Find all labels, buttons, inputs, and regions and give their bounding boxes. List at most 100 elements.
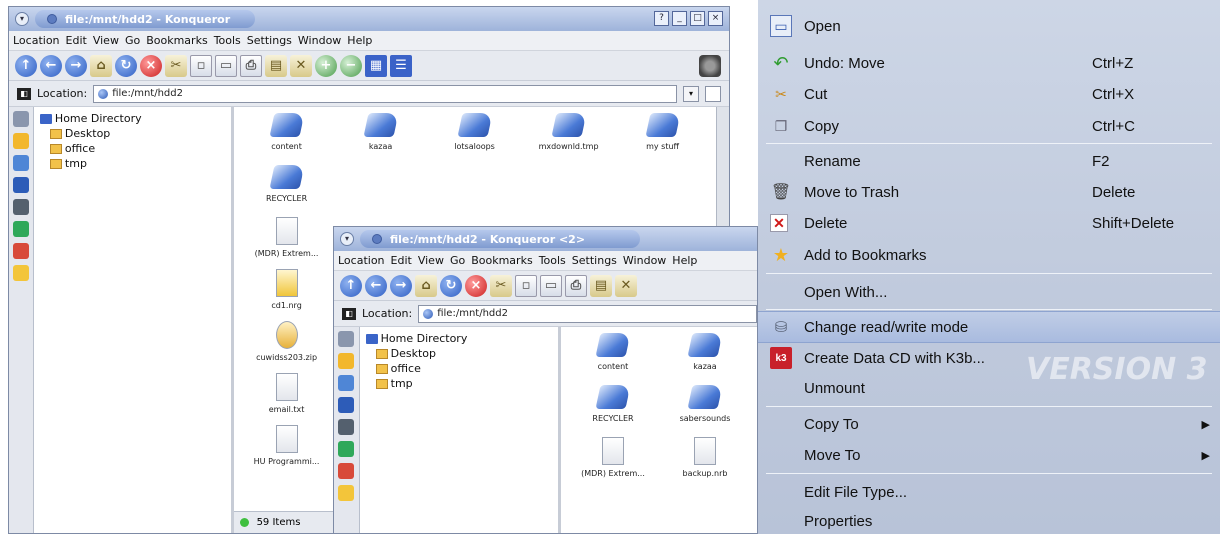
maximize-button[interactable]: □ <box>690 11 705 26</box>
menu-go[interactable]: Go <box>125 34 140 47</box>
menu-location[interactable]: Location <box>338 254 385 267</box>
home-tab-icon[interactable] <box>12 177 29 193</box>
menu-item-unmount[interactable]: Unmount <box>758 372 1220 404</box>
menu-item-add-to-bookmarks[interactable]: ★ Add to Bookmarks <box>758 239 1220 271</box>
bookmarks-tab-icon[interactable] <box>12 133 29 149</box>
help-button[interactable]: ? <box>654 11 669 26</box>
location-input[interactable]: file:/mnt/hdd2 <box>418 304 757 323</box>
reload-icon[interactable]: ↻ <box>440 274 462 297</box>
menu-bookmarks[interactable]: Bookmarks <box>471 254 532 267</box>
menu-item-copy-to[interactable]: Copy To ▶ <box>758 408 1220 440</box>
zoom-out-icon[interactable]: − <box>340 54 362 77</box>
location-input[interactable]: file:/mnt/hdd2 <box>93 84 677 103</box>
file-item[interactable]: (MDR) Extrem... <box>242 217 332 269</box>
file-item[interactable]: (MDR) Extrem... <box>569 437 657 489</box>
title-bar[interactable]: ▾ file:/mnt/hdd2 - Konqueror <2> <box>334 227 757 251</box>
copy-icon[interactable]: ▫ <box>515 274 537 297</box>
go-button[interactable] <box>705 85 721 102</box>
search-tab-icon[interactable] <box>338 331 355 347</box>
window-menu-button[interactable]: ▾ <box>340 232 354 246</box>
copy-icon[interactable]: ▫ <box>190 54 212 77</box>
menu-item-move-to-trash[interactable]: 🗑 Move to Trash Delete <box>758 176 1220 208</box>
file-item[interactable]: cd1.nrg <box>242 269 332 321</box>
home-icon[interactable]: ⌂ <box>415 274 437 297</box>
tree-item-office[interactable]: office <box>40 141 225 156</box>
media-tab-icon[interactable] <box>12 243 29 259</box>
home-tab-icon[interactable] <box>338 397 355 413</box>
icon-view-icon[interactable]: ▦ <box>365 54 387 77</box>
menu-tools[interactable]: Tools <box>214 34 241 47</box>
minimize-button[interactable]: _ <box>672 11 687 26</box>
history-tab-icon[interactable] <box>338 375 355 391</box>
print-icon[interactable]: ⎙ <box>240 54 262 77</box>
tree-item-tmp[interactable]: tmp <box>366 376 552 391</box>
file-item[interactable]: cuwidss203.zip <box>242 321 332 373</box>
new-folder-icon[interactable]: ▤ <box>590 274 612 297</box>
file-item[interactable]: kazaa <box>661 333 749 385</box>
file-item[interactable]: RECYCLER <box>569 385 657 437</box>
tree-item-office[interactable]: office <box>366 361 552 376</box>
window-menu-button[interactable]: ▾ <box>15 12 29 26</box>
menu-item-cut[interactable]: ✂ Cut Ctrl+X <box>758 78 1220 110</box>
detail-view-icon[interactable]: ☰ <box>390 54 412 77</box>
menu-view[interactable]: View <box>93 34 119 47</box>
favorites-tab-icon[interactable] <box>338 485 355 501</box>
history-tab-icon[interactable] <box>12 155 29 171</box>
file-item[interactable]: content <box>242 113 332 165</box>
tree-item-desktop[interactable]: Desktop <box>40 126 225 141</box>
paste-icon[interactable]: ▭ <box>215 54 237 77</box>
menu-item-move-to[interactable]: Move To ▶ <box>758 439 1220 471</box>
back-icon[interactable]: ← <box>365 274 387 297</box>
home-icon[interactable]: ⌂ <box>90 54 112 77</box>
menu-item-properties[interactable]: Properties <box>758 505 1220 534</box>
up-icon[interactable]: ↑ <box>340 274 362 297</box>
cut-icon[interactable]: ✂ <box>165 54 187 77</box>
file-item[interactable]: my stuff <box>618 113 708 165</box>
bookmarks-tab-icon[interactable] <box>338 353 355 369</box>
tree-item-tmp[interactable]: tmp <box>40 156 225 171</box>
menu-item-copy[interactable]: ❐ Copy Ctrl+C <box>758 110 1220 142</box>
tree-item-desktop[interactable]: Desktop <box>366 346 552 361</box>
menu-item-delete[interactable]: ✕ Delete Shift+Delete <box>758 207 1220 239</box>
menu-item-rename[interactable]: Rename F2 <box>758 145 1220 177</box>
menu-item-open[interactable]: ▭ Open <box>758 10 1220 42</box>
menu-edit[interactable]: Edit <box>391 254 412 267</box>
tree-root[interactable]: Home Directory <box>39 111 225 126</box>
new-folder-icon[interactable]: ▤ <box>265 54 287 77</box>
menu-help[interactable]: Help <box>672 254 697 267</box>
zoom-in-icon[interactable]: + <box>315 54 337 77</box>
up-icon[interactable]: ↑ <box>15 54 37 77</box>
menu-settings[interactable]: Settings <box>572 254 617 267</box>
menu-edit[interactable]: Edit <box>66 34 87 47</box>
delete-file-icon[interactable]: ✕ <box>290 54 312 77</box>
location-dropdown[interactable]: ▾ <box>683 85 699 102</box>
delete-file-icon[interactable]: ✕ <box>615 274 637 297</box>
back-icon[interactable]: ← <box>40 54 62 77</box>
media-tab-icon[interactable] <box>338 463 355 479</box>
file-item[interactable]: email.txt <box>242 373 332 425</box>
menu-view[interactable]: View <box>418 254 444 267</box>
title-bar[interactable]: ▾ file:/mnt/hdd2 - Konqueror ? _ □ × <box>9 7 729 31</box>
cut-icon[interactable]: ✂ <box>490 274 512 297</box>
paste-icon[interactable]: ▭ <box>540 274 562 297</box>
menu-settings[interactable]: Settings <box>247 34 292 47</box>
menu-item-undo[interactable]: ↶ Undo: Move Ctrl+Z <box>758 47 1220 79</box>
stop-icon[interactable]: × <box>140 54 162 77</box>
menu-bookmarks[interactable]: Bookmarks <box>146 34 207 47</box>
file-item[interactable]: backup.nrb <box>661 437 749 489</box>
services-tab-icon[interactable] <box>338 441 355 457</box>
menu-item-change-read-write-mode[interactable]: ⛁ Change read/write mode <box>758 311 1220 343</box>
location-clear-icon[interactable]: ◧ <box>17 87 31 100</box>
forward-icon[interactable]: → <box>65 54 87 77</box>
forward-icon[interactable]: → <box>390 274 412 297</box>
file-item[interactable]: HU Programmi... <box>242 425 332 477</box>
menu-go[interactable]: Go <box>450 254 465 267</box>
menu-help[interactable]: Help <box>347 34 372 47</box>
menu-item-open-with[interactable]: Open With... <box>758 276 1220 308</box>
menu-item-create-data-cd[interactable]: k3 Create Data CD with K3b... <box>758 342 1220 374</box>
tree-root[interactable]: Home Directory <box>365 331 552 346</box>
stop-icon[interactable]: × <box>465 274 487 297</box>
file-item[interactable]: RECYCLER <box>242 165 332 217</box>
file-item[interactable]: kazaa <box>336 113 426 165</box>
file-item[interactable]: mxdownld.tmp <box>524 113 614 165</box>
